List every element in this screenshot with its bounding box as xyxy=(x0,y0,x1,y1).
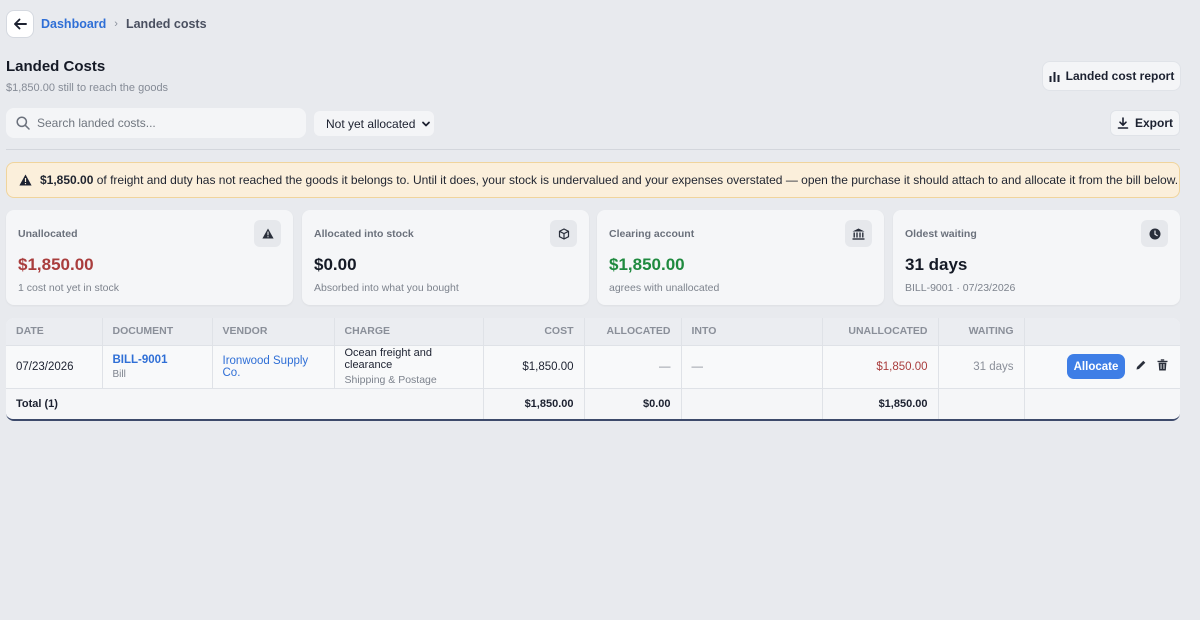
card-label: Oldest waiting xyxy=(905,228,977,240)
column-header-document[interactable]: Document xyxy=(102,318,213,346)
edit-icon[interactable] xyxy=(1135,359,1147,374)
total-cost: $1,850.00 xyxy=(483,388,585,419)
cell-date: 07/23/2026 xyxy=(6,345,103,389)
card-icon xyxy=(550,220,577,247)
arrow-left-icon xyxy=(14,18,27,30)
cell-allocated: — xyxy=(584,345,682,389)
breadcrumb-current: Landed costs xyxy=(125,17,207,31)
alert-amount: $1,850.00 xyxy=(40,173,94,187)
clock-icon xyxy=(1149,228,1160,239)
chevron-down-icon xyxy=(422,121,431,126)
bank-icon xyxy=(852,228,865,240)
column-header-unallocated[interactable]: Unallocated xyxy=(822,318,939,346)
card-icon xyxy=(1141,220,1168,247)
card-value: 31 days xyxy=(905,255,968,274)
cell-charge: Ocean freight and clearance Shipping & P… xyxy=(334,345,484,389)
bar-chart-icon xyxy=(1049,71,1060,82)
divider xyxy=(6,149,1180,150)
card-note: agrees with unallocated xyxy=(609,282,720,294)
allocation-filter-select[interactable]: Not yet allocated xyxy=(314,111,434,136)
alert-message: of freight and duty has not reached the … xyxy=(93,173,1179,187)
document-link[interactable]: BILL-9001 xyxy=(113,354,202,366)
delete-icon[interactable] xyxy=(1157,359,1168,374)
charge-description: Ocean freight and clearance xyxy=(344,347,432,371)
cell-waiting: 31 days xyxy=(938,345,1025,389)
card-label: Clearing account xyxy=(609,228,695,240)
breadcrumb: Dashboard › Landed costs xyxy=(6,10,207,38)
charge-account: Shipping & Postage xyxy=(344,374,437,386)
chevron-right-icon: › xyxy=(114,18,118,30)
page-title: Landed Costs xyxy=(6,58,106,75)
column-header-allocated[interactable]: Allocated xyxy=(584,318,682,346)
card-label: Unallocated xyxy=(18,228,78,240)
warning-icon xyxy=(261,228,274,239)
card-note: BILL-9001 · 07/23/2026 xyxy=(905,282,1016,294)
download-icon xyxy=(1117,117,1129,129)
total-label: Total (1) xyxy=(6,388,484,419)
total-unallocated: $1,850.00 xyxy=(822,388,939,419)
card-value: $1,850.00 xyxy=(609,255,685,274)
total-actions xyxy=(1024,388,1180,419)
landed-cost-report-button[interactable]: Landed cost report xyxy=(1042,61,1181,91)
report-button-label: Landed cost report xyxy=(1065,69,1175,83)
total-waiting xyxy=(938,388,1025,419)
search-input[interactable] xyxy=(37,116,277,130)
card-value: $0.00 xyxy=(314,255,357,274)
card-allocated-into-stock: Allocated into stock $0.00 Absorbed into… xyxy=(302,210,589,305)
column-header-date[interactable]: Date xyxy=(6,318,103,346)
card-value: $1,850.00 xyxy=(18,255,94,274)
export-button[interactable]: Export xyxy=(1110,110,1180,136)
column-header-charge[interactable]: Charge xyxy=(334,318,484,346)
search-box xyxy=(6,108,306,138)
box-icon xyxy=(558,227,569,240)
cell-into: — xyxy=(681,345,823,389)
cell-cost: $1,850.00 xyxy=(483,345,585,389)
card-icon xyxy=(254,220,281,247)
back-button[interactable] xyxy=(6,10,34,38)
column-header-vendor[interactable]: Vendor xyxy=(212,318,335,346)
warning-icon xyxy=(19,174,32,186)
filter-value: Not yet allocated xyxy=(326,116,416,131)
table-header-row: Date Document Vendor Charge Cost Allocat… xyxy=(6,318,1180,346)
landed-costs-table: Date Document Vendor Charge Cost Allocat… xyxy=(6,318,1180,421)
breadcrumb-dashboard-link[interactable]: Dashboard xyxy=(41,17,106,31)
card-unallocated: Unallocated $1,850.00 1 cost not yet in … xyxy=(6,210,293,305)
card-oldest-waiting: Oldest waiting 31 days BILL-9001 · 07/23… xyxy=(893,210,1180,305)
search-icon xyxy=(16,116,30,130)
cell-actions: Allocate xyxy=(1024,345,1180,389)
unallocated-warning-banner: $1,850.00 of freight and duty has not re… xyxy=(6,162,1180,198)
column-header-waiting[interactable]: Waiting xyxy=(938,318,1025,346)
cell-vendor: Ironwood Supply Co. xyxy=(212,345,335,389)
card-note: Absorbed into what you bought xyxy=(314,282,459,294)
card-note: 1 cost not yet in stock xyxy=(18,282,119,294)
column-header-into[interactable]: Into xyxy=(681,318,823,346)
table-total-row: Total (1) $1,850.00 $0.00 $1,850.00 xyxy=(6,388,1180,419)
card-clearing-account: Clearing account $1,850.00 agrees with u… xyxy=(597,210,884,305)
cell-document: BILL-9001 Bill xyxy=(102,345,213,389)
card-label: Allocated into stock xyxy=(314,228,414,240)
allocate-button[interactable]: Allocate xyxy=(1067,354,1125,379)
page-subtitle: $1,850.00 still to reach the goods xyxy=(6,82,169,94)
cell-unallocated: $1,850.00 xyxy=(822,345,939,389)
export-button-label: Export xyxy=(1134,116,1173,130)
card-icon xyxy=(845,220,872,247)
total-allocated: $0.00 xyxy=(584,388,682,419)
vendor-link[interactable]: Ironwood Supply Co. xyxy=(223,355,309,379)
column-header-cost[interactable]: Cost xyxy=(483,318,585,346)
total-into xyxy=(681,388,823,419)
alert-text: $1,850.00 of freight and duty has not re… xyxy=(40,173,1178,187)
table-row: 07/23/2026 BILL-9001 Bill Ironwood Suppl… xyxy=(6,345,1180,389)
column-header-actions xyxy=(1024,318,1180,346)
document-type: Bill xyxy=(112,368,126,380)
